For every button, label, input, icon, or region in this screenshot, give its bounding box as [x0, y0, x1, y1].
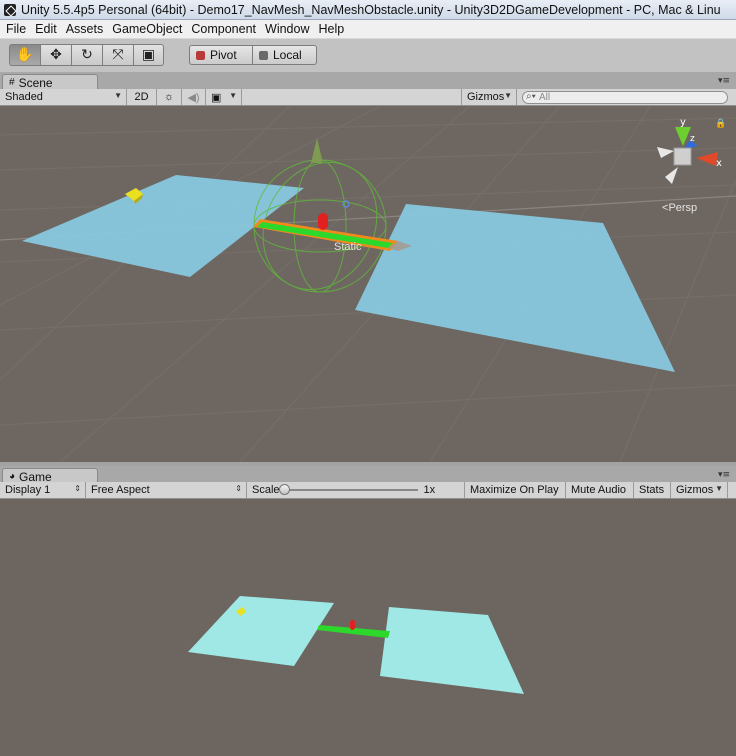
game-left-plane — [188, 596, 334, 666]
pivot-button[interactable]: Pivot — [189, 45, 252, 65]
lock-icon[interactable]: 🔒 — [715, 118, 726, 129]
menu-bar: File Edit Assets GameObject Component Wi… — [0, 20, 736, 39]
game-canvas — [188, 596, 524, 694]
mute-audio-toggle[interactable]: Mute Audio — [566, 482, 634, 498]
game-right-plane — [380, 607, 524, 694]
dropdown-arrow-icon: ▼ — [504, 91, 512, 100]
unity-logo-icon — [4, 3, 16, 16]
dropdown-arrow-icon: ⇕ — [235, 484, 242, 493]
panel-menu-icon[interactable]: ▾≡ — [718, 76, 730, 86]
transform-tools: ✋ ✥ ↻ ⤧ ▣ — [9, 44, 164, 66]
scale-slider[interactable] — [278, 484, 418, 495]
image-icon: ▣ — [211, 91, 222, 104]
menu-component[interactable]: Component — [187, 22, 261, 36]
grid-icon: # — [9, 77, 15, 88]
search-icon: ⌕▾ — [526, 91, 536, 102]
gizmo-neg-y — [665, 167, 678, 184]
menu-file[interactable]: File — [2, 22, 31, 36]
pivot-icon — [196, 50, 205, 60]
orientation-gizmo[interactable]: y z x 🔒 — [657, 117, 726, 184]
static-label: Static — [334, 241, 362, 253]
move-tool-button[interactable]: ✥ — [40, 44, 71, 66]
menu-assets[interactable]: Assets — [62, 22, 109, 36]
scale-control: Scale 1x — [247, 482, 465, 498]
right-plane[interactable] — [355, 204, 675, 372]
local-button[interactable]: Local — [252, 45, 317, 65]
rect-icon: ▣ — [141, 47, 156, 63]
tab-scene[interactable]: # Scene — [2, 74, 98, 90]
display-dropdown[interactable]: Display 1 ⇕ — [0, 482, 86, 498]
panel-menu-icon[interactable]: ▾≡ — [718, 470, 730, 480]
gizmo-x-label: x — [716, 158, 722, 169]
gizmo-neg-x — [657, 147, 674, 158]
scene-tabbar: # Scene ▾≡ — [0, 72, 736, 90]
gizmo-x-cone[interactable] — [696, 152, 718, 166]
scene-controlbar: Shaded ▼ 2D ☼ ◀) ▣ ▼ Gizmos ▼ ⌕▾ All — [0, 89, 736, 106]
persp-toggle[interactable]: <Persp — [662, 202, 697, 214]
scene-canvas: Static y z x 🔒 — [0, 106, 736, 462]
game-gizmos-dropdown[interactable]: Gizmos ▼ — [671, 482, 728, 498]
main-toolbar: ✋ ✥ ↻ ⤧ ▣ Pivot Local — [0, 39, 736, 72]
scene-gizmos-dropdown[interactable]: Gizmos ▼ — [461, 89, 517, 105]
maximize-on-play-toggle[interactable]: Maximize On Play — [465, 482, 566, 498]
gizmo-y-label: y — [680, 117, 686, 128]
scale-tool-button[interactable]: ⤧ — [102, 44, 133, 66]
scale-slider-thumb[interactable] — [278, 484, 290, 495]
dropdown-arrow-icon: ▼ — [229, 91, 237, 100]
hand-tool-button[interactable]: ✋ — [9, 44, 40, 66]
aspect-dropdown[interactable]: Free Aspect ⇕ — [86, 482, 247, 498]
nav-agent[interactable] — [318, 213, 328, 230]
game-viewport[interactable] — [0, 499, 736, 756]
game-controlbar: Display 1 ⇕ Free Aspect ⇕ Scale 1x Maximiz… — [0, 482, 736, 499]
menu-help[interactable]: Help — [314, 22, 349, 36]
shading-mode-dropdown[interactable]: Shaded ▼ — [0, 89, 127, 105]
rotate-tool-button[interactable]: ↻ — [71, 44, 102, 66]
rect-tool-button[interactable]: ▣ — [133, 44, 164, 66]
game-agent — [350, 620, 355, 630]
lighting-toggle-button[interactable]: ☼ — [157, 89, 182, 105]
menu-gameobject[interactable]: GameObject — [108, 22, 187, 36]
hand-icon: ✋ — [16, 47, 34, 63]
scene-search-input[interactable]: ⌕▾ All — [522, 91, 728, 104]
gizmo-z-label: z — [690, 134, 695, 144]
menu-edit[interactable]: Edit — [31, 22, 62, 36]
audio-toggle-button[interactable]: ◀) — [182, 89, 206, 105]
rotate-icon: ↻ — [81, 47, 93, 63]
dropdown-arrow-icon: ▼ — [715, 484, 723, 493]
window-titlebar: Unity 5.5.4p5 Personal (64bit) - Demo17_… — [0, 0, 736, 20]
gizmo-center-cube[interactable] — [673, 147, 692, 166]
move-icon: ✥ — [50, 47, 62, 63]
dropdown-arrow-icon: ⇕ — [74, 484, 81, 493]
stats-toggle[interactable]: Stats — [634, 482, 671, 498]
scene-viewport[interactable]: Static y z x 🔒 <Persp — [0, 106, 736, 462]
sun-icon: ☼ — [163, 91, 175, 103]
dropdown-arrow-icon: ▼ — [114, 91, 122, 100]
2d-toggle-button[interactable]: 2D — [127, 89, 157, 105]
menu-window[interactable]: Window — [261, 22, 314, 36]
window-title: Unity 5.5.4p5 Personal (64bit) - Demo17_… — [21, 2, 721, 17]
effects-dropdown[interactable]: ▣ ▼ — [206, 89, 242, 105]
pivot-toggle-group: Pivot Local — [189, 45, 317, 65]
scale-icon: ⤧ — [112, 47, 124, 63]
cube-icon — [259, 50, 268, 60]
speaker-icon: ◀) — [187, 91, 200, 104]
pacman-icon: ◕ — [9, 471, 16, 482]
